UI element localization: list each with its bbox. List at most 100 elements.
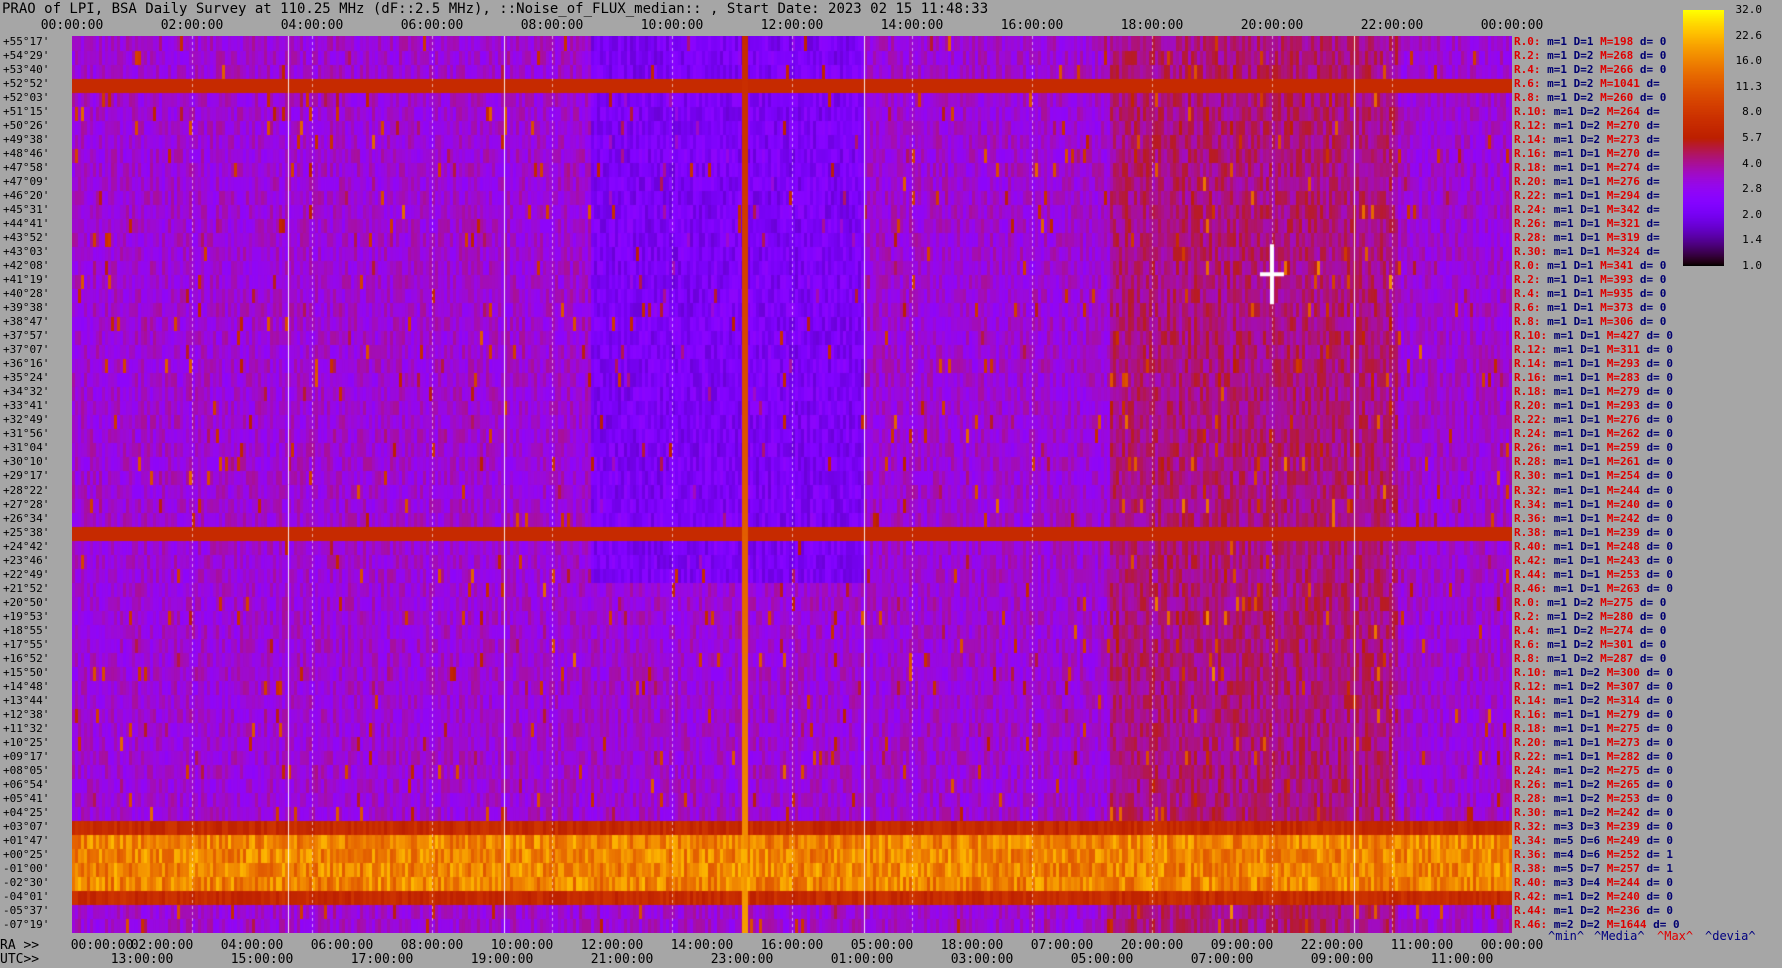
row-stat: R.42: m=1 D=2 M=240 d= 0 [1514, 889, 1673, 903]
top-tick-label: 14:00:00 [880, 18, 944, 33]
dec-label: +30°10' [3, 455, 50, 469]
utc-tick-label: 03:00:00 [950, 952, 1014, 967]
row-stat: R.2: m=1 D=2 M=268 d= 0 [1514, 49, 1667, 63]
row-stat: R.20: m=1 D=1 M=293 d= 0 [1514, 399, 1673, 413]
row-stat: R.22: m=1 D=1 M=282 d= 0 [1514, 749, 1673, 763]
ra-tick-label: 12:00:00 [580, 938, 644, 953]
dec-label: +27°28' [3, 497, 50, 511]
row-stat: R.12: m=1 D=1 M=311 d= 0 [1514, 343, 1673, 357]
dec-label: +42°08' [3, 259, 50, 273]
colorbar-tick: 16.0 [1735, 54, 1763, 68]
dec-label: +06°54' [3, 777, 50, 791]
row-stat: R.16: m=1 D=1 M=270 d= [1514, 147, 1660, 161]
row-stat: R.40: m=1 D=1 M=248 d= 0 [1514, 539, 1673, 553]
ra-tick-label: 20:00:00 [1120, 938, 1184, 953]
dec-label: +13°44' [3, 693, 50, 707]
row-stat: R.18: m=1 D=1 M=274 d= [1514, 161, 1660, 175]
dec-label: +12°38' [3, 707, 50, 721]
dec-label: +41°19' [3, 273, 50, 287]
top-tick-label: 18:00:00 [1120, 18, 1184, 33]
row-stat: R.12: m=1 D=2 M=270 d= [1514, 119, 1660, 133]
dec-label: +17°55' [3, 637, 50, 651]
colorbar-tick: 22.6 [1735, 28, 1763, 42]
dec-label: +28°22' [3, 483, 50, 497]
colorbar-tick: 4.0 [1742, 156, 1762, 170]
colorbar [1683, 10, 1724, 266]
row-stat: R.10: m=1 D=1 M=427 d= 0 [1514, 329, 1673, 343]
row-stat: R.16: m=1 D=1 M=279 d= 0 [1514, 707, 1673, 721]
utc-tick-label: 19:00:00 [470, 952, 534, 967]
row-stat: R.6: m=1 D=2 M=301 d= 0 [1514, 637, 1667, 651]
dec-label: +00°25' [3, 847, 50, 861]
utc-tick-label: 17:00:00 [350, 952, 414, 967]
dec-label: +45°31' [3, 203, 50, 217]
ra-tick-label: 14:00:00 [670, 938, 734, 953]
dec-label: +52°03' [3, 91, 50, 105]
row-stat: R.22: m=1 D=1 M=276 d= 0 [1514, 413, 1673, 427]
row-stat: R.8: m=1 D=2 M=260 d= 0 [1514, 91, 1667, 105]
dec-label: +48°46' [3, 147, 50, 161]
row-stat: R.26: m=1 D=1 M=259 d= 0 [1514, 441, 1673, 455]
row-stat: R.4: m=1 D=1 M=935 d= 0 [1514, 287, 1667, 301]
row-stat: R.30: m=1 D=2 M=242 d= 0 [1514, 805, 1673, 819]
dec-label: -04°01' [3, 889, 50, 903]
dec-label: +11°32' [3, 721, 50, 735]
dec-label: +43°52' [3, 231, 50, 245]
dec-label: +19°53' [3, 609, 50, 623]
dec-label: +54°29' [3, 49, 50, 63]
dec-label: +40°28' [3, 287, 50, 301]
dec-label: +14°48' [3, 679, 50, 693]
dec-label: +43°03' [3, 245, 50, 259]
dec-label: +46°20' [3, 189, 50, 203]
row-stat: R.24: m=1 D=1 M=262 d= 0 [1514, 427, 1673, 441]
row-stat: R.42: m=1 D=1 M=243 d= 0 [1514, 553, 1673, 567]
ra-tick-label: 11:00:00 [1390, 938, 1454, 953]
colorbar-tick: 5.7 [1742, 131, 1762, 144]
row-stat: R.4: m=1 D=2 M=266 d= 0 [1514, 63, 1667, 77]
dec-label: +52°52' [3, 77, 50, 91]
row-stat: R.2: m=1 D=1 M=393 d= 0 [1514, 273, 1667, 287]
legend-devia: ^devia^ [1705, 929, 1756, 943]
dec-label: +36°16' [3, 357, 50, 371]
colorbar-tick: 32.0 [1735, 3, 1763, 16]
dec-label: +37°07' [3, 343, 50, 357]
row-stat: R.24: m=1 D=1 M=342 d= [1514, 203, 1660, 217]
top-tick-label: 02:00:00 [160, 18, 224, 33]
dec-label: +20°50' [3, 595, 50, 609]
dec-label: +32°49' [3, 413, 50, 427]
dec-label: +55°17' [3, 35, 50, 48]
row-stat: R.0: m=1 D=1 M=198 d= 0 [1514, 35, 1667, 48]
dec-label: +50°26' [3, 119, 50, 133]
dec-label: +31°56' [3, 427, 50, 441]
dec-label: +15°50' [3, 665, 50, 679]
utc-tick-label: 09:00:00 [1310, 952, 1374, 967]
row-stat: R.46: m=1 D=1 M=263 d= 0 [1514, 581, 1673, 595]
ra-tick-label: 00:00:00 [70, 938, 134, 953]
chart-title: PRAO of LPI, BSA Daily Survey at 110.25 … [2, 1, 989, 17]
dec-label: +21°52' [3, 581, 50, 595]
colorbar-tick: 2.8 [1742, 182, 1762, 196]
dec-label: +33°41' [3, 399, 50, 413]
top-tick-label: 08:00:00 [520, 18, 584, 33]
legend-min: ^min^ [1548, 929, 1585, 943]
dec-label: +18°55' [3, 623, 50, 637]
dec-label: +01°47' [3, 833, 50, 847]
row-stat: R.30: m=1 D=1 M=254 d= 0 [1514, 469, 1673, 483]
dec-label: +16°52' [3, 651, 50, 665]
row-stat: R.26: m=1 D=1 M=321 d= [1514, 217, 1660, 231]
ra-tick-label: 18:00:00 [940, 938, 1004, 953]
row-stat: R.18: m=1 D=1 M=279 d= 0 [1514, 385, 1673, 399]
dec-label: +53°40' [3, 63, 50, 77]
top-tick-label: 04:00:00 [280, 18, 344, 33]
row-stat: R.28: m=1 D=2 M=253 d= 0 [1514, 791, 1673, 805]
ra-tick-label: 04:00:00 [220, 938, 284, 953]
dec-label: +05°41' [3, 791, 50, 805]
row-stat: R.6: m=1 D=2 M=1041 d= [1514, 77, 1660, 91]
top-tick-label: 16:00:00 [1000, 18, 1064, 33]
row-stat: R.14: m=1 D=1 M=293 d= 0 [1514, 357, 1673, 371]
row-stat: R.0: m=1 D=2 M=275 d= 0 [1514, 595, 1667, 609]
top-tick-label: 20:00:00 [1240, 18, 1304, 33]
row-stat: R.22: m=1 D=1 M=294 d= [1514, 189, 1660, 203]
heatmap-canvas [72, 36, 1512, 933]
ra-tick-label: 06:00:00 [310, 938, 374, 953]
